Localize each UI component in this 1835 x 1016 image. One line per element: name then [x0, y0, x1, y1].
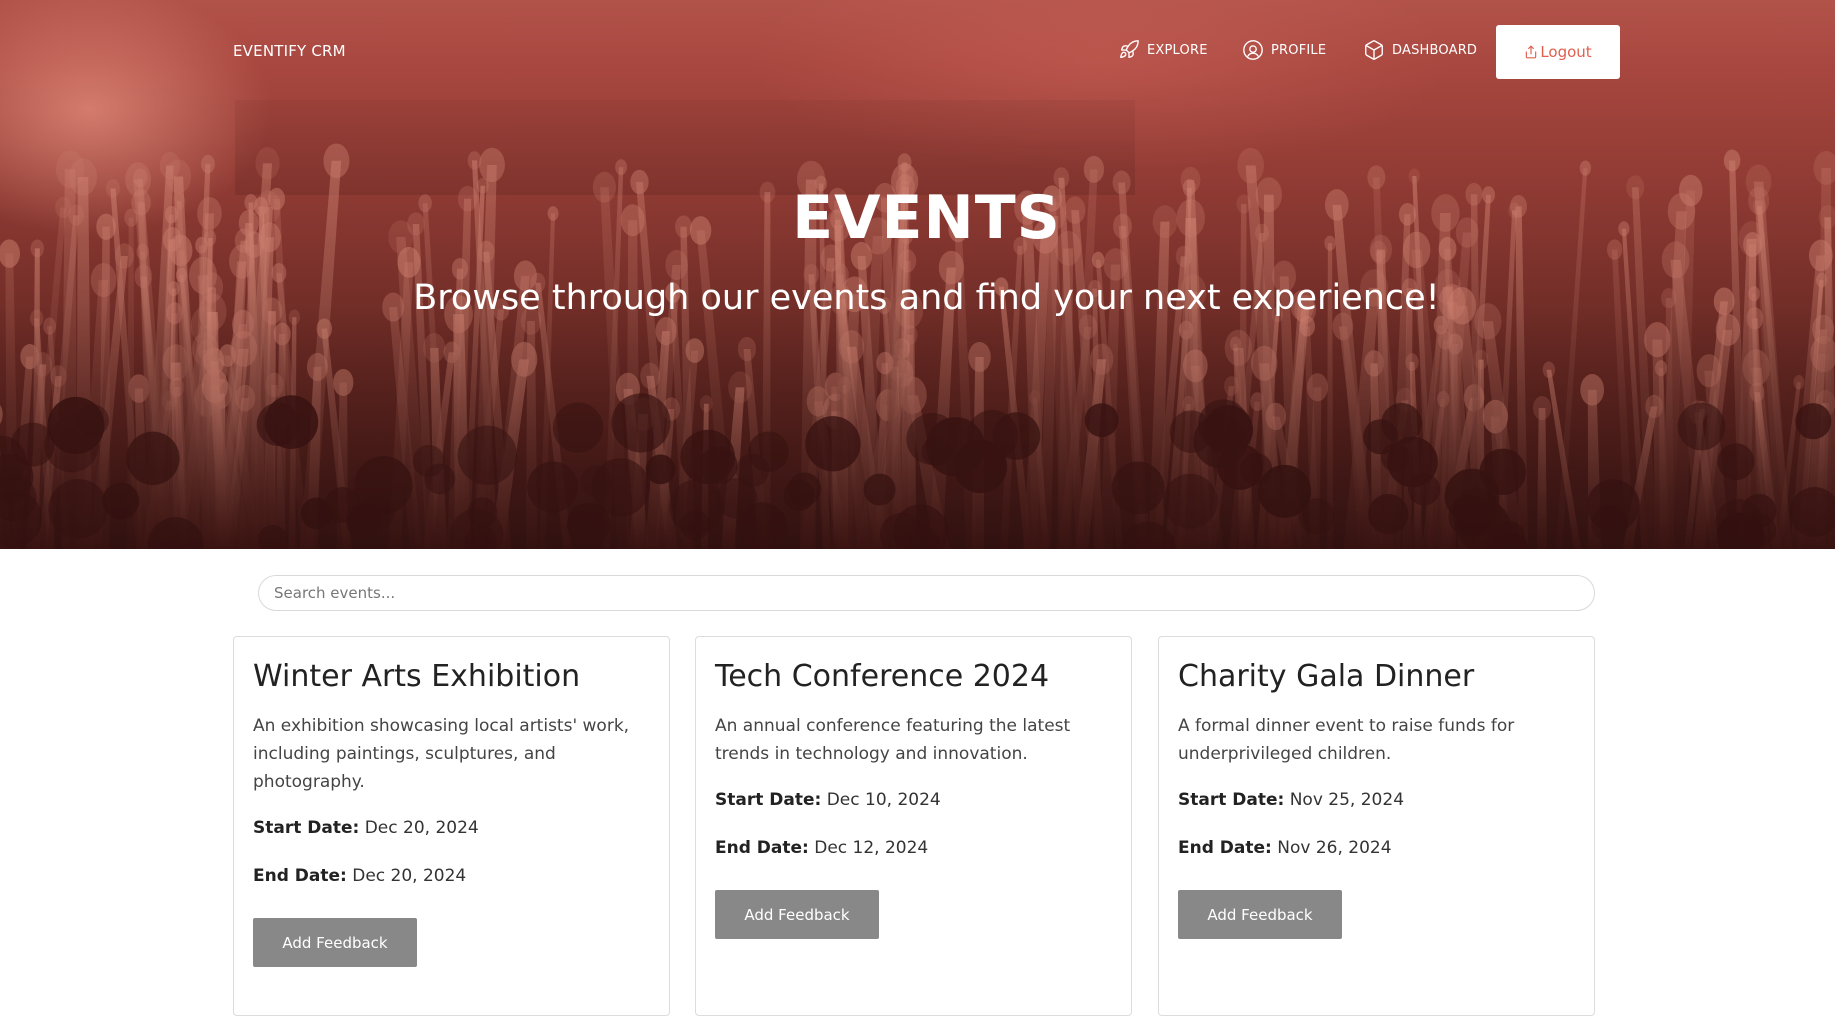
- event-start-date: Start Date: Nov 25, 2024: [1178, 788, 1575, 812]
- box-icon: [1365, 40, 1383, 60]
- event-card: Tech Conference 2024 An annual conferenc…: [695, 636, 1132, 1016]
- end-date-value: Dec 12, 2024: [814, 838, 929, 858]
- start-date-label: Start Date:: [253, 818, 360, 838]
- event-start-date: Start Date: Dec 10, 2024: [715, 788, 1112, 812]
- page-title: EVENTS: [792, 183, 1061, 253]
- end-date-value: Dec 20, 2024: [352, 866, 467, 886]
- end-date-label: End Date:: [253, 866, 347, 886]
- event-description: A formal dinner event to raise funds for…: [1178, 716, 1515, 764]
- top-navbar: EVENTIFY CRM EXPLORE PROFILE DASHBOARD L…: [0, 0, 1835, 104]
- event-start-date: Start Date: Dec 20, 2024: [253, 816, 650, 840]
- add-feedback-button[interactable]: Add Feedback: [253, 918, 417, 967]
- nav-dashboard[interactable]: DASHBOARD: [1363, 38, 1477, 62]
- end-date-label: End Date:: [715, 838, 809, 858]
- nav-explore-label: EXPLORE: [1147, 42, 1208, 58]
- event-title: Winter Arts Exhibition: [253, 659, 581, 694]
- end-date-value: Nov 26, 2024: [1277, 838, 1392, 858]
- logout-label: Logout: [1540, 43, 1592, 61]
- event-end-date: End Date: Dec 20, 2024: [253, 864, 650, 888]
- event-card: Charity Gala Dinner A formal dinner even…: [1158, 636, 1595, 1016]
- add-feedback-button[interactable]: Add Feedback: [715, 890, 879, 939]
- at-sign-icon: [1243, 40, 1263, 60]
- nav-profile-label: PROFILE: [1271, 42, 1327, 58]
- event-card: Winter Arts Exhibition An exhibition sho…: [233, 636, 670, 1016]
- nav-explore[interactable]: EXPLORE: [1118, 38, 1208, 62]
- start-date-value: Dec 10, 2024: [826, 790, 941, 810]
- event-title: Tech Conference 2024: [715, 659, 1050, 694]
- event-description: An exhibition showcasing local artists' …: [253, 716, 630, 792]
- start-date-label: Start Date:: [715, 790, 822, 810]
- brand-logo-text[interactable]: EVENTIFY CRM: [233, 42, 346, 60]
- start-date-value: Dec 20, 2024: [364, 818, 479, 838]
- search-input[interactable]: [258, 575, 1595, 611]
- event-end-date: End Date: Dec 12, 2024: [715, 836, 1112, 860]
- rocket-icon: [1120, 40, 1139, 59]
- start-date-label: Start Date:: [1178, 790, 1285, 810]
- nav-dashboard-label: DASHBOARD: [1392, 42, 1478, 58]
- event-end-date: End Date: Nov 26, 2024: [1178, 836, 1575, 860]
- nav-profile[interactable]: PROFILE: [1242, 38, 1326, 62]
- add-feedback-button[interactable]: Add Feedback: [1178, 890, 1342, 939]
- event-description: An annual conference featuring the lates…: [715, 716, 1071, 764]
- end-date-label: End Date:: [1178, 838, 1272, 858]
- start-date-value: Nov 25, 2024: [1289, 790, 1405, 810]
- logout-icon: [1526, 45, 1537, 59]
- event-title: Charity Gala Dinner: [1178, 659, 1475, 694]
- hero-banner: EVENTIFY CRM EXPLORE PROFILE DASHBOARD L…: [0, 0, 1835, 549]
- page-subtitle: Browse through our events and find your …: [413, 278, 1440, 318]
- logout-button[interactable]: Logout: [1496, 25, 1620, 79]
